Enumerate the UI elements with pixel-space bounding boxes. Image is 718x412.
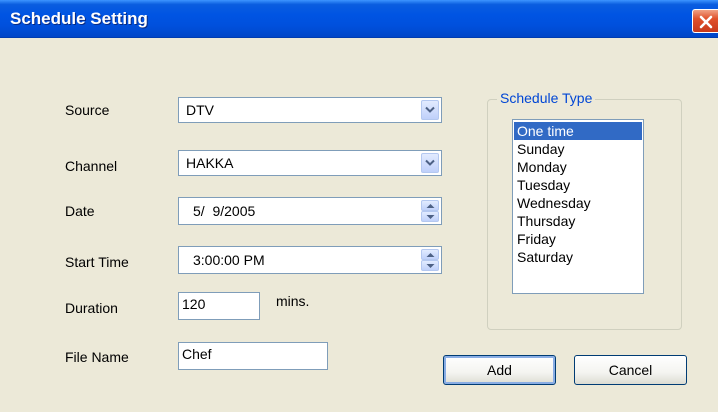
date-value: 5/ 9/2005 — [193, 203, 256, 219]
duration-input[interactable] — [182, 296, 254, 312]
chevron-down-icon — [425, 159, 435, 166]
list-item[interactable]: Monday — [514, 158, 642, 176]
schedule-setting-dialog: Schedule Setting Source DTV Channel HAKK… — [0, 0, 718, 412]
list-item[interactable]: Friday — [514, 230, 642, 248]
cancel-button[interactable]: Cancel — [574, 355, 687, 385]
source-dropdown[interactable]: DTV — [178, 97, 442, 123]
add-button[interactable]: Add — [443, 355, 556, 385]
close-button[interactable] — [692, 9, 718, 33]
date-spinner — [421, 200, 439, 222]
title-bar[interactable]: Schedule Setting — [0, 0, 718, 38]
schedule-type-listbox[interactable]: One time Sunday Monday Tuesday Wednesday Thur… — [512, 119, 644, 294]
spin-up-icon — [426, 253, 435, 257]
spin-down-icon — [426, 215, 435, 219]
date-spin-up[interactable] — [421, 200, 439, 211]
duration-field[interactable] — [178, 292, 260, 320]
source-dropdown-button[interactable] — [421, 100, 439, 120]
date-spin-down[interactable] — [421, 211, 439, 222]
source-value: DTV — [186, 102, 214, 118]
channel-dropdown-button[interactable] — [421, 153, 439, 173]
start-time-label: Start Time — [65, 254, 129, 270]
channel-value: HAKKA — [186, 155, 234, 171]
file-name-label: File Name — [65, 349, 129, 365]
source-label: Source — [65, 102, 110, 118]
duration-unit-label: mins. — [276, 293, 310, 309]
channel-dropdown[interactable]: HAKKA — [178, 150, 442, 176]
spin-down-icon — [426, 264, 435, 268]
file-name-input[interactable] — [182, 346, 316, 362]
start-time-value: 3:00:00 PM — [193, 252, 265, 268]
list-item[interactable]: Sunday — [514, 140, 642, 158]
file-name-field[interactable] — [178, 342, 328, 370]
list-item[interactable]: Wednesday — [514, 194, 642, 212]
date-label: Date — [65, 203, 95, 219]
start-time-spinner — [421, 249, 439, 271]
spin-up-icon — [426, 204, 435, 208]
close-icon — [699, 15, 713, 29]
list-item[interactable]: Tuesday — [514, 176, 642, 194]
list-item[interactable]: Saturday — [514, 248, 642, 266]
date-picker[interactable]: 5/ 9/2005 — [178, 197, 442, 225]
duration-label: Duration — [65, 300, 118, 316]
chevron-down-icon — [425, 106, 435, 113]
schedule-type-title: Schedule Type — [497, 90, 596, 106]
start-time-spin-up[interactable] — [421, 249, 439, 260]
list-item[interactable]: One time — [514, 122, 642, 140]
channel-label: Channel — [65, 158, 118, 174]
window-title: Schedule Setting — [10, 9, 148, 28]
start-time-spin-down[interactable] — [421, 260, 439, 271]
list-item[interactable]: Thursday — [514, 212, 642, 230]
start-time-picker[interactable]: 3:00:00 PM — [178, 246, 442, 274]
